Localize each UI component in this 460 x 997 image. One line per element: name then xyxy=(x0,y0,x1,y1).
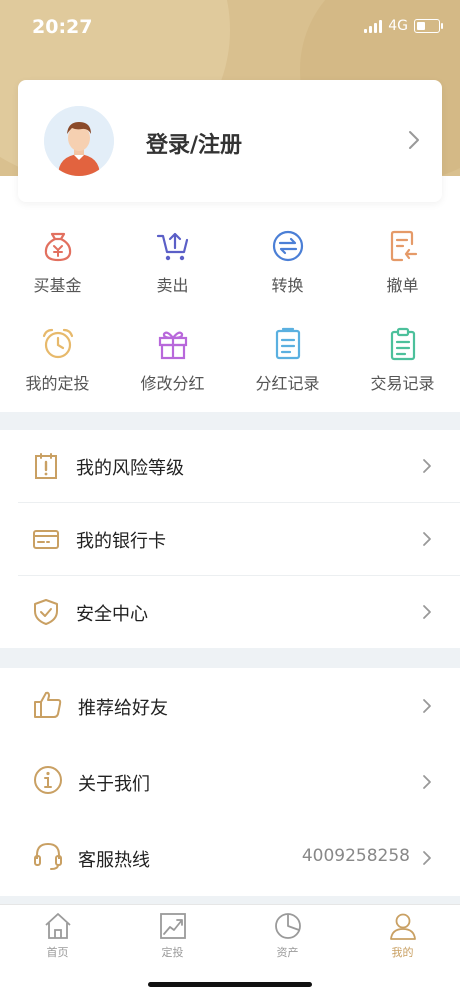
tab-home[interactable]: 首页 xyxy=(0,911,115,960)
home-icon xyxy=(44,913,71,939)
shield-check-icon xyxy=(34,599,58,625)
menu-row-label: 安全中心 xyxy=(76,604,148,625)
gift-icon xyxy=(158,331,187,360)
quick-action-label: 修改分红 xyxy=(140,374,205,393)
account-settings-section: 我的风险等级 我的银行卡 安全中心 xyxy=(0,430,460,648)
menu-row-about-us[interactable]: 关于我们 xyxy=(0,744,460,820)
login-register-label[interactable]: 登录/注册 xyxy=(146,127,242,159)
tab-label: 首页 xyxy=(46,946,69,959)
bank-card-icon xyxy=(33,530,59,549)
chevron-right-icon xyxy=(423,605,431,619)
quick-action-convert[interactable]: 转换 xyxy=(230,228,345,296)
tab-plan[interactable]: 定投 xyxy=(115,911,230,960)
quick-action-label: 买基金 xyxy=(33,276,82,295)
quick-action-cancel-order[interactable]: 撤单 xyxy=(345,228,460,296)
tab-label: 资产 xyxy=(276,946,299,959)
money-bag-icon xyxy=(44,232,71,262)
chevron-right-icon xyxy=(423,775,431,789)
chart-trend-icon xyxy=(159,913,186,939)
more-section: 推荐给好友 关于我们 客服热线 4009258258 xyxy=(0,668,460,896)
swap-icon xyxy=(272,230,303,262)
quick-action-label: 卖出 xyxy=(156,276,189,295)
quick-action-trade-records[interactable]: 交易记录 xyxy=(345,326,460,394)
chevron-right-icon xyxy=(409,131,419,149)
chevron-right-icon xyxy=(423,459,431,473)
menu-row-security-center[interactable]: 安全中心 xyxy=(0,576,460,648)
menu-row-label: 推荐给好友 xyxy=(78,698,168,719)
tab-assets[interactable]: 资产 xyxy=(230,911,345,960)
cancel-order-icon xyxy=(390,230,417,262)
profile-card[interactable]: 登录/注册 xyxy=(18,80,442,202)
thumbs-up-icon xyxy=(34,691,62,718)
document-icon xyxy=(275,327,300,360)
menu-row-bank-card[interactable]: 我的银行卡 xyxy=(0,503,460,575)
quick-action-label: 撤单 xyxy=(386,276,419,295)
cart-upload-icon xyxy=(156,232,188,261)
user-icon xyxy=(389,913,416,940)
network-type: 4G xyxy=(388,18,408,34)
quick-action-label: 转换 xyxy=(271,276,304,295)
menu-row-label: 客服热线 xyxy=(78,850,150,871)
menu-row-label: 我的风险等级 xyxy=(76,458,184,479)
tab-mine[interactable]: 我的 xyxy=(345,911,460,960)
quick-action-label: 我的定投 xyxy=(25,374,90,393)
quick-action-label: 分红记录 xyxy=(255,374,320,393)
menu-row-risk-level[interactable]: 我的风险等级 xyxy=(0,430,460,502)
clipboard-icon xyxy=(390,327,415,361)
service-hotline-number[interactable]: 4009258258 xyxy=(302,846,410,866)
signal-icon xyxy=(364,19,383,33)
quick-action-buy-fund[interactable]: 买基金 xyxy=(0,228,115,296)
menu-row-recommend-friend[interactable]: 推荐给好友 xyxy=(0,668,460,744)
quick-actions: 买基金 卖出 转换 撤单 我的定投 修改分红 分红记录 交易记录 xyxy=(0,212,460,412)
headset-icon xyxy=(34,842,62,870)
menu-row-service-hotline[interactable]: 客服热线 4009258258 xyxy=(0,820,460,896)
quick-action-modify-dividend[interactable]: 修改分红 xyxy=(115,326,230,394)
pie-chart-icon xyxy=(274,913,301,939)
menu-row-label: 我的银行卡 xyxy=(76,531,166,552)
battery-icon xyxy=(414,19,443,33)
risk-level-icon xyxy=(35,453,57,479)
chevron-right-icon xyxy=(423,532,431,546)
quick-action-sell[interactable]: 卖出 xyxy=(115,228,230,296)
quick-action-my-plan[interactable]: 我的定投 xyxy=(0,326,115,394)
quick-action-label: 交易记录 xyxy=(370,374,435,393)
chevron-right-icon xyxy=(423,699,431,713)
menu-row-label: 关于我们 xyxy=(78,774,150,795)
home-indicator xyxy=(148,982,312,987)
status-bar: 20:27 4G xyxy=(0,0,460,56)
status-indicators: 4G xyxy=(364,18,443,34)
alarm-clock-icon xyxy=(42,328,73,359)
tab-label: 定投 xyxy=(161,946,184,959)
avatar xyxy=(44,106,114,176)
chevron-right-icon xyxy=(423,851,431,865)
tab-label: 我的 xyxy=(391,946,414,959)
status-time: 20:27 xyxy=(32,16,93,38)
info-icon xyxy=(34,766,62,794)
quick-action-dividend-records[interactable]: 分红记录 xyxy=(230,326,345,394)
